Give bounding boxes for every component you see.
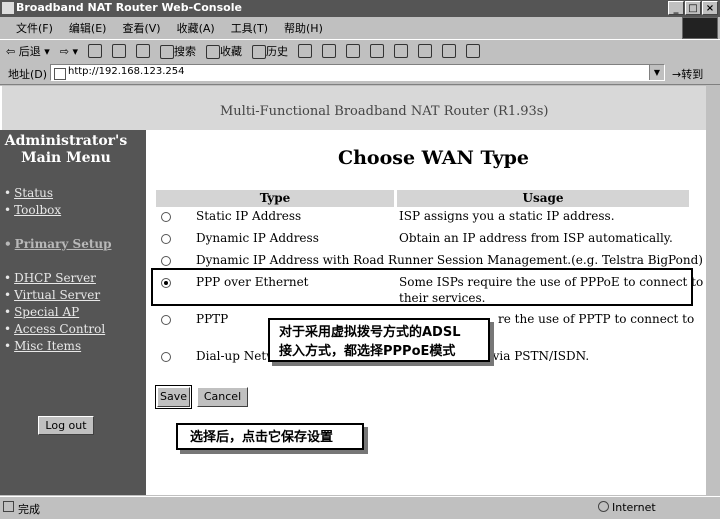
- back-arrow-icon: ⇦: [6, 45, 16, 58]
- vertical-scrollbar[interactable]: [706, 86, 720, 495]
- radio-pptp[interactable]: [161, 315, 171, 325]
- menu-bar: 文件(F) 编辑(E) 查看(V) 收藏(A) 工具(T) 帮助(H): [0, 17, 720, 38]
- status-bar: 完成 Internet: [0, 496, 720, 519]
- window-controls: _ □ ×: [668, 1, 718, 15]
- minimize-button[interactable]: _: [668, 1, 684, 15]
- pppoe-callout: 对于采用虚拟拨号方式的ADSL 接入方式，都选择PPPoE模式: [268, 318, 490, 362]
- logout-button[interactable]: Log out: [38, 416, 94, 435]
- column-header-type: Type: [156, 190, 394, 207]
- media-icon[interactable]: [442, 44, 456, 58]
- sidebar-item-primary-setup[interactable]: Primary Setup: [4, 237, 112, 251]
- messenger-icon[interactable]: [394, 44, 408, 58]
- address-label: 地址(D): [8, 68, 48, 81]
- menu-favorites[interactable]: 收藏(A): [177, 20, 215, 36]
- radio-static-ip[interactable]: [161, 212, 171, 222]
- edit-icon[interactable]: [346, 44, 360, 58]
- sidebar-item-toolbox[interactable]: Toolbox: [4, 203, 61, 217]
- status-text: 完成: [18, 503, 40, 516]
- router-header: Multi-Functional Broadband NAT Router (R…: [2, 86, 718, 130]
- history-icon: [252, 45, 266, 59]
- type-static-ip: Static IP Address: [196, 209, 302, 223]
- browser-icon: [2, 2, 14, 14]
- save-button[interactable]: Save: [157, 387, 190, 407]
- sidebar-item-access-control[interactable]: Access Control: [4, 322, 105, 336]
- back-button[interactable]: ⇦ 后退 ▾: [6, 43, 50, 59]
- window-titlebar: Broadband NAT Router Web-Console _ □ ×: [0, 0, 720, 17]
- favorites-icon: [206, 45, 220, 59]
- usage-static-ip: ISP assigns you a static IP address.: [399, 209, 615, 223]
- pppoe-highlight-box: [151, 268, 693, 306]
- type-road-runner: Dynamic IP Address with Road Runner Sess…: [196, 253, 703, 267]
- contacts-icon[interactable]: [466, 44, 480, 58]
- history-button[interactable]: 历史: [252, 43, 288, 59]
- sidebar-heading: Administrator's Main Menu: [4, 133, 128, 166]
- windows-logo-icon: [682, 17, 718, 39]
- page-title: Choose WAN Type: [338, 147, 529, 169]
- radio-road-runner[interactable]: [161, 256, 171, 266]
- type-dialup: Dial-up Netw: [196, 349, 277, 363]
- forward-button[interactable]: ⇨ ▾: [60, 45, 78, 58]
- refresh-icon[interactable]: [112, 44, 126, 58]
- favorites-button[interactable]: 收藏: [206, 43, 242, 59]
- sidebar-item-dhcp-server[interactable]: DHCP Server: [4, 271, 96, 285]
- radio-dynamic-ip[interactable]: [161, 234, 171, 244]
- address-dropdown-icon[interactable]: ▼: [649, 65, 664, 80]
- address-bar: 地址(D) http://192.168.123.254 ▼ →转到: [0, 62, 720, 85]
- menu-tools[interactable]: 工具(T): [231, 20, 268, 36]
- home-icon[interactable]: [136, 44, 150, 58]
- internet-zone-icon: [598, 501, 609, 512]
- page-icon: [54, 68, 66, 80]
- save-callout: 选择后，点击它保存设置: [176, 423, 364, 450]
- type-dynamic-ip: Dynamic IP Address: [196, 231, 319, 245]
- stop-icon[interactable]: [88, 44, 102, 58]
- address-input[interactable]: http://192.168.123.254 ▼: [50, 64, 665, 81]
- mail-icon[interactable]: [298, 44, 312, 58]
- sidebar-item-special-ap[interactable]: Special AP: [4, 305, 79, 319]
- window-title: Broadband NAT Router Web-Console: [16, 1, 242, 14]
- menu-view[interactable]: 查看(V): [122, 20, 160, 36]
- menu-file[interactable]: 文件(F): [16, 20, 53, 36]
- sidebar-item-virtual-server[interactable]: Virtual Server: [4, 288, 100, 302]
- chat-icon[interactable]: [418, 44, 432, 58]
- main-panel: Choose WAN Type Type Usage Static IP Add…: [146, 130, 720, 495]
- menu-edit[interactable]: 编辑(E): [69, 20, 107, 36]
- cancel-button[interactable]: Cancel: [197, 387, 248, 407]
- maximize-button[interactable]: □: [685, 1, 701, 15]
- print-icon[interactable]: [322, 44, 336, 58]
- sidebar-item-misc-items[interactable]: Misc Items: [4, 339, 81, 353]
- router-title: Multi-Functional Broadband NAT Router (R…: [220, 104, 549, 119]
- search-icon: [160, 45, 174, 59]
- done-page-icon: [3, 501, 14, 512]
- usage-dialup: t via PSTN/ISDN.: [484, 349, 590, 363]
- search-button[interactable]: 搜索: [160, 43, 196, 59]
- usage-dynamic-ip: Obtain an IP address from ISP automatica…: [399, 231, 673, 245]
- go-button[interactable]: →转到: [672, 66, 703, 82]
- toolbar: ⇦ 后退 ▾ ⇨ ▾ 搜索 收藏 历史: [0, 39, 720, 63]
- column-header-usage: Usage: [397, 190, 689, 207]
- sidebar-item-status[interactable]: Status: [4, 186, 53, 200]
- page-content: Multi-Functional Broadband NAT Router (R…: [0, 86, 720, 495]
- sidebar: Administrator's Main Menu Status Toolbox…: [0, 130, 146, 495]
- close-button[interactable]: ×: [702, 1, 718, 15]
- zone-text: Internet: [612, 501, 656, 514]
- type-pptp: PPTP: [196, 312, 229, 326]
- usage-pptp: re the use of PPTP to connect to: [498, 312, 695, 326]
- discuss-icon[interactable]: [370, 44, 384, 58]
- address-url: http://192.168.123.254: [68, 66, 185, 77]
- menu-help[interactable]: 帮助(H): [284, 20, 323, 36]
- radio-dialup[interactable]: [161, 352, 171, 362]
